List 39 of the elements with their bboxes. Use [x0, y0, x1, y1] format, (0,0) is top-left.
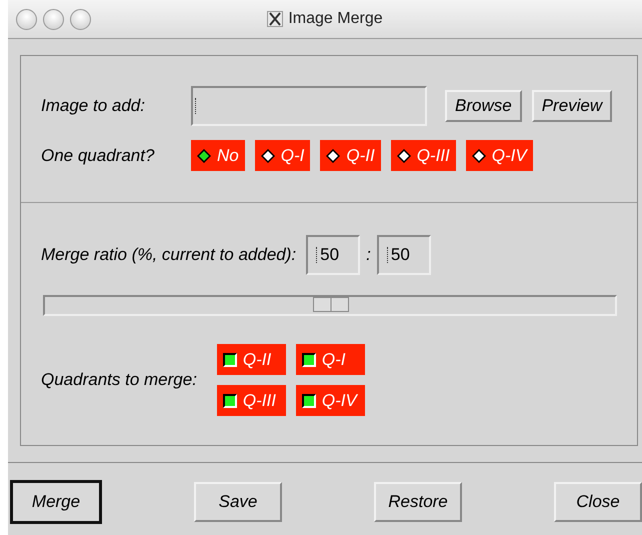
window-control-icon[interactable] — [16, 8, 37, 30]
radio-icon — [472, 148, 486, 162]
checkbox-option[interactable]: Q-I — [296, 344, 365, 375]
dialog-button[interactable]: Close — [554, 482, 642, 522]
input-field[interactable]: 50 — [376, 235, 431, 275]
radio-option[interactable]: Q-I — [254, 140, 310, 171]
input-field[interactable]: 50 — [306, 235, 360, 275]
dialog-button[interactable]: Merge — [10, 480, 102, 524]
radio-option[interactable]: Q-IV — [466, 140, 533, 171]
checkbox-option[interactable]: Q-III — [216, 385, 286, 416]
radio-option[interactable]: Q-III — [390, 140, 456, 171]
checkbox-option[interactable]: Q-II — [216, 344, 286, 375]
window-control-icon[interactable] — [70, 8, 91, 30]
checkbox-icon — [302, 394, 316, 408]
dialog-button[interactable]: Save — [194, 482, 282, 522]
dialog-button[interactable]: Restore — [374, 482, 462, 522]
x-logo-icon — [267, 11, 284, 27]
window-title: Image Merge — [288, 10, 383, 28]
checkbox-icon — [222, 352, 237, 366]
dialog-button[interactable]: Browse — [445, 90, 522, 122]
field-label: Quadrants to merge: — [41, 370, 197, 390]
radio-icon — [260, 148, 275, 162]
input-field[interactable] — [191, 86, 427, 126]
slider-track[interactable] — [43, 295, 617, 316]
field-label: One quadrant? — [41, 146, 156, 166]
field-label: Image to add: — [41, 96, 146, 116]
radio-option[interactable]: No — [191, 140, 245, 171]
radio-option[interactable]: Q-II — [320, 140, 381, 171]
separator-text: : — [366, 245, 371, 265]
field-label: Merge ratio (%, current to added): — [41, 245, 296, 265]
checkbox-icon — [222, 394, 237, 408]
checkbox-icon — [302, 352, 316, 366]
dialog-button[interactable]: Preview — [532, 90, 612, 122]
radio-icon — [396, 148, 411, 162]
window-control-icon[interactable] — [43, 8, 64, 30]
radio-icon — [326, 148, 340, 162]
radio-icon — [197, 148, 211, 162]
slider-thumb[interactable] — [313, 297, 349, 312]
checkbox-option[interactable]: Q-IV — [296, 385, 365, 416]
